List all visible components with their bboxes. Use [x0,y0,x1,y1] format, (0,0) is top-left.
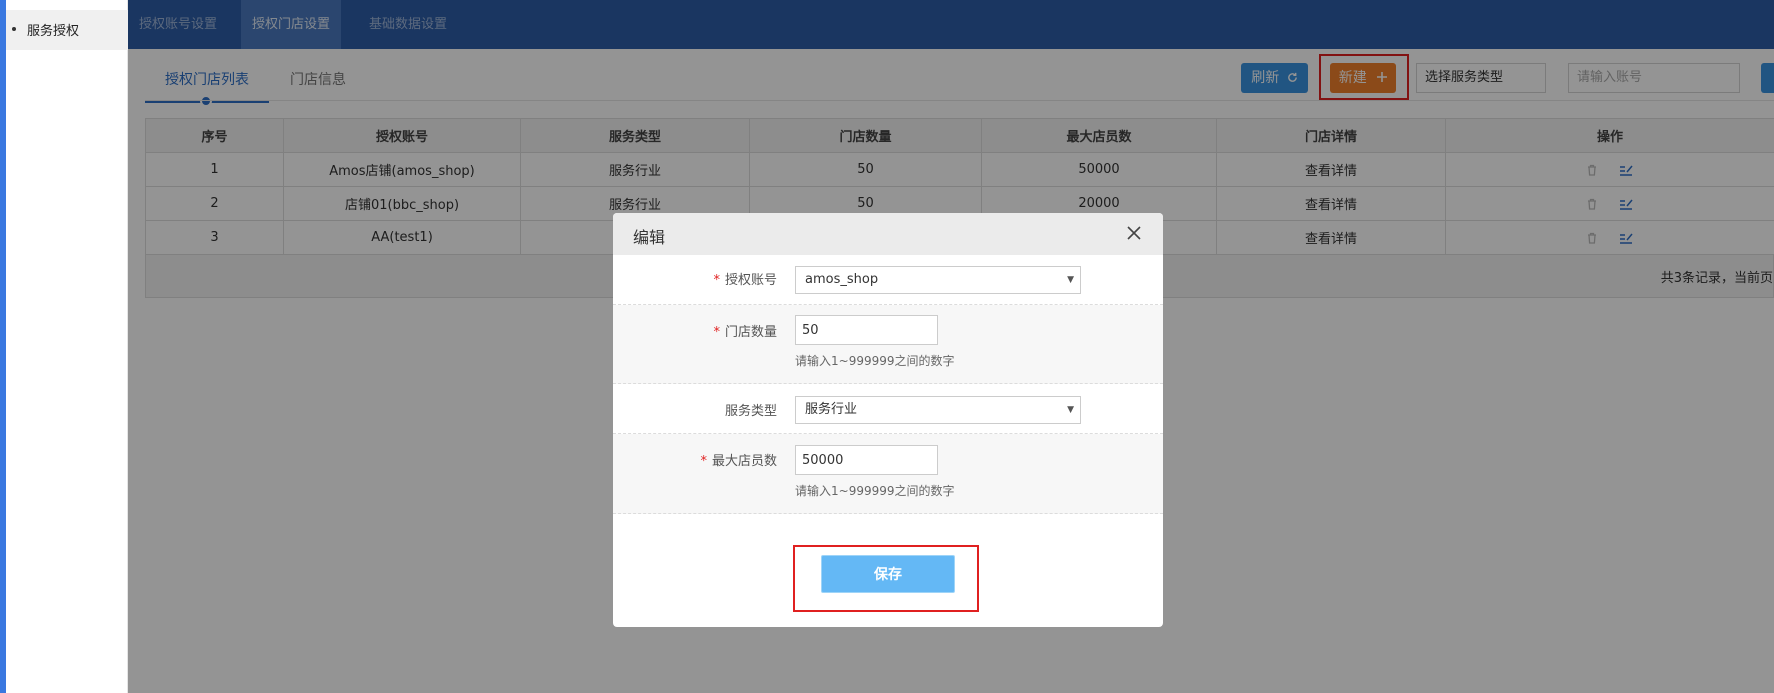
chevron-down-icon: ▼ [1067,405,1074,415]
dialog-title: 编辑 [633,228,666,247]
left-accent-strip [0,0,6,693]
sidebar-item-label: 服务授权 [27,24,80,39]
sidebar: 服务授权 [0,0,128,693]
store-count-hint: 请输入1~999999之间的数字 [795,354,955,368]
max-staff-input[interactable] [795,445,938,475]
account-label: * 授权账号 [713,273,777,288]
dialog-header: 编辑 [613,213,1163,255]
form-row-store-count: *门店数量 请输入1~999999之间的数字 [613,305,1163,384]
service-type-dialog-select[interactable]: 服务行业 ▼ [795,396,1081,424]
max-staff-label: * 最大店员数 [700,454,777,469]
sidebar-item-service-auth[interactable]: 服务授权 [0,10,128,50]
store-count-label: * 门店数量 [713,325,777,340]
store-count-input[interactable] [795,315,938,345]
highlight-box [793,545,979,612]
form-row-account: * 授权账号 amos_shop ▼ [613,255,1163,305]
service-type-label: 服务类型 [724,404,777,419]
bullet-icon [12,27,16,31]
account-select[interactable]: amos_shop ▼ [795,266,1081,294]
form-row-service-type: 服务类型 服务行业 ▼ [613,384,1163,434]
form-row-max-staff: *最大店员数 请输入1~999999之间的数字 [613,434,1163,514]
chevron-down-icon: ▼ [1067,275,1074,285]
close-icon[interactable] [1126,225,1142,241]
max-staff-hint: 请输入1~999999之间的数字 [795,484,955,498]
